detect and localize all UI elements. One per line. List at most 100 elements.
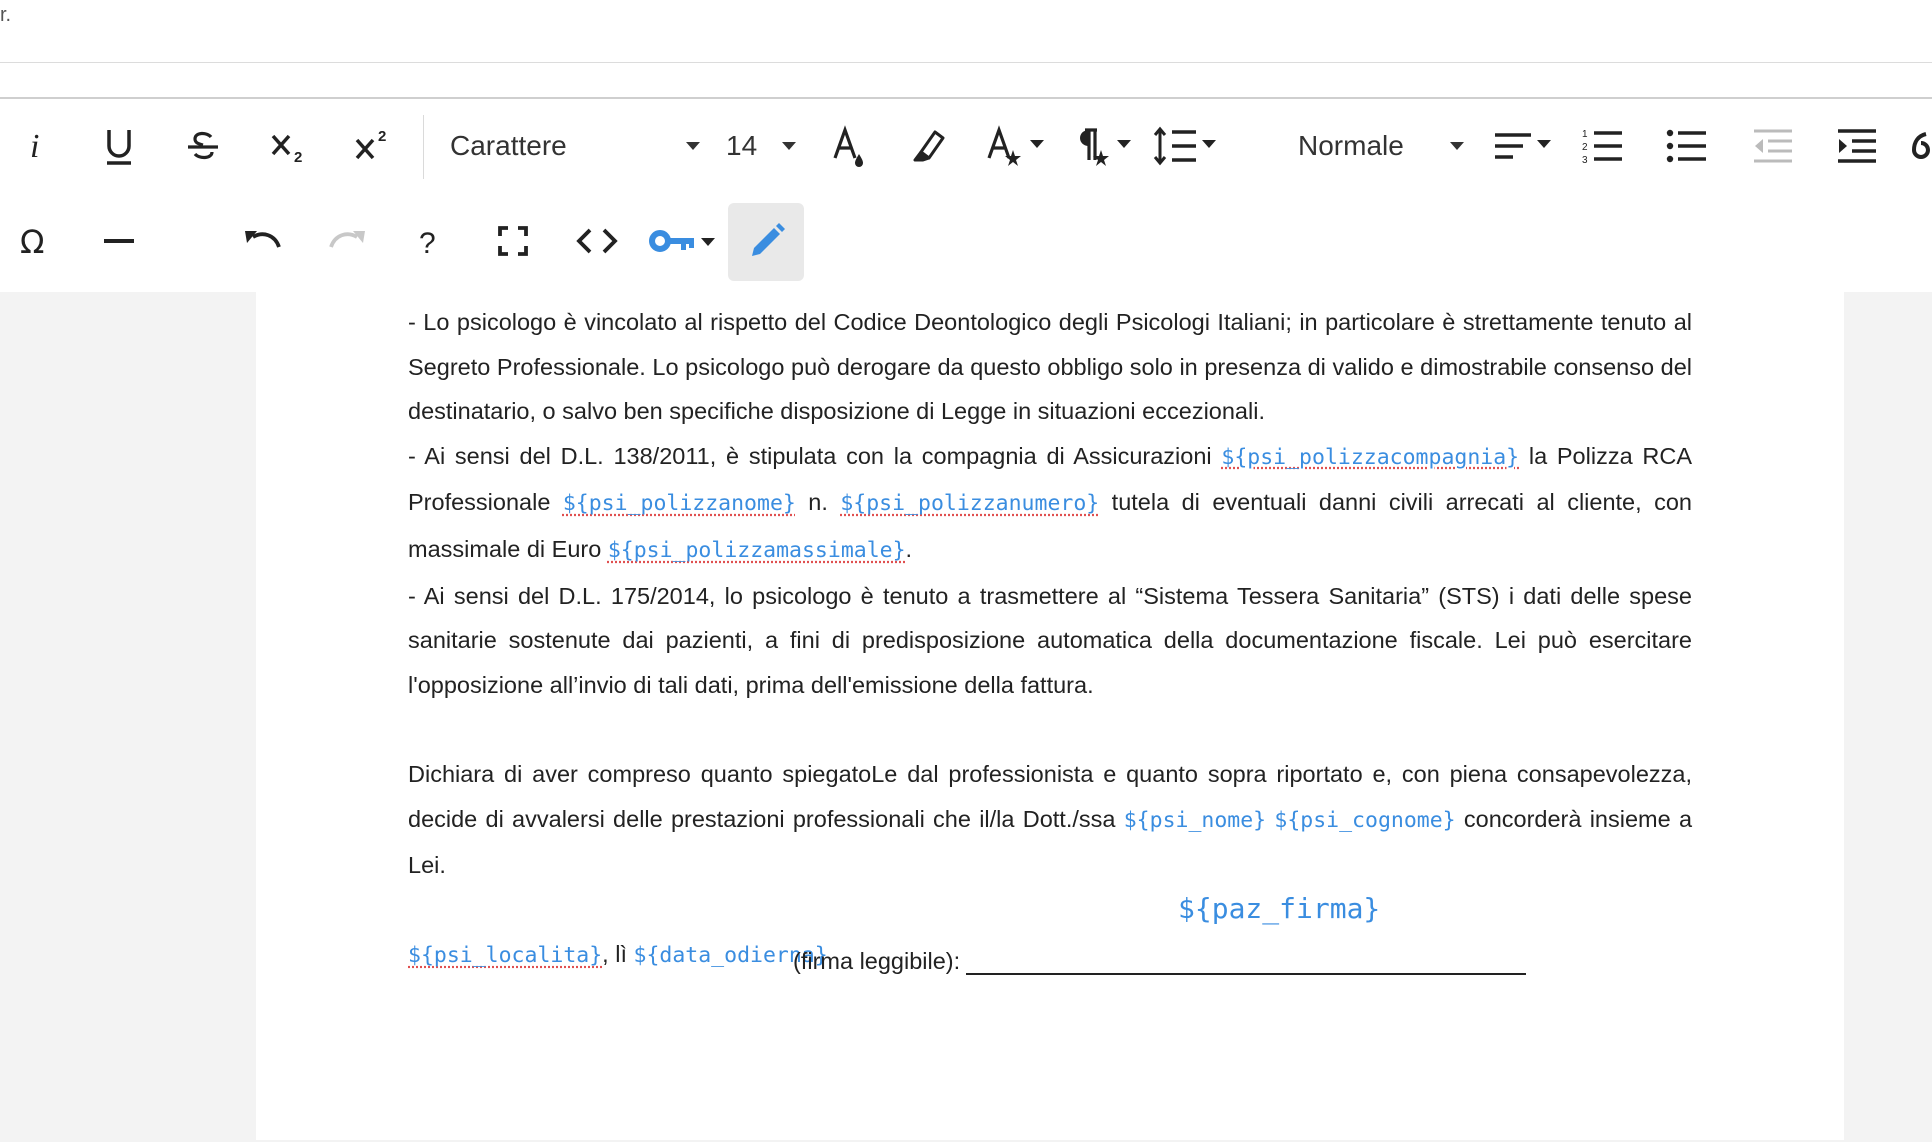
special-characters-button[interactable]: Ω	[12, 216, 58, 266]
undo-icon	[245, 231, 281, 248]
superscript-button[interactable]: 2	[348, 121, 398, 171]
align-button[interactable]	[1490, 121, 1554, 171]
document-canvas: - Lo psicologo è vincolato al rispetto d…	[0, 292, 1932, 1142]
outdent-button[interactable]	[1748, 121, 1798, 171]
pencil-icon	[752, 223, 785, 256]
superscript-icon: 2	[355, 128, 386, 160]
italic-button[interactable]: i	[14, 121, 60, 171]
document-body[interactable]: - Lo psicologo è vincolato al rispetto d…	[408, 292, 1692, 979]
subscript-icon: 2	[271, 134, 302, 164]
font-size-select[interactable]: 14	[726, 121, 796, 171]
paragraph-text: - Ai sensi del D.L. 138/2011, è stipulat…	[408, 442, 1222, 469]
undo-button[interactable]	[238, 216, 288, 266]
redo-button[interactable]	[322, 216, 372, 266]
quote-button[interactable]	[1910, 121, 1932, 171]
paragraph-text: , lì	[602, 941, 634, 968]
placeholder-key-button[interactable]	[648, 216, 718, 266]
document-paragraph: - Lo psicologo è vincolato al rispetto d…	[408, 300, 1692, 434]
template-variable: ${psi_cognome}	[1274, 807, 1456, 833]
underline-icon	[107, 130, 131, 165]
paragraph-format-select[interactable]: Normale	[1298, 121, 1464, 171]
key-icon	[649, 230, 715, 252]
signature-line	[966, 951, 1527, 975]
signature-variable: ${paz_firma}	[1178, 892, 1381, 925]
bullet-list-icon	[1666, 129, 1706, 163]
signature-label: (firma leggibile):	[793, 948, 961, 974]
toolbar-separator	[423, 115, 424, 179]
paragraph-text: .	[905, 535, 913, 562]
line-height-icon	[1153, 126, 1216, 166]
editor-header-bar	[0, 63, 1932, 99]
font-family-value: Carattere	[450, 130, 567, 161]
document-paragraph: - Ai sensi del D.L. 138/2011, è stipulat…	[408, 434, 1692, 574]
chevron-down-icon	[1450, 142, 1464, 150]
help-button[interactable]: ?	[406, 216, 452, 266]
fullscreen-button[interactable]	[490, 216, 536, 266]
indent-button[interactable]	[1832, 121, 1882, 171]
toolbar-row-2: Ω ?	[0, 194, 1932, 289]
help-icon: ?	[419, 227, 436, 259]
template-variable: ${psi_nome}	[1123, 807, 1267, 833]
svg-text:2: 2	[1582, 142, 1588, 153]
toolbar-row-1: i 2 2 Carattere 14 Normale 1 2 3	[0, 99, 1932, 194]
svg-text:2: 2	[378, 128, 386, 145]
document-paragraph: - Ai sensi del D.L. 175/2014, lo psicolo…	[408, 574, 1692, 708]
underline-button[interactable]	[96, 121, 142, 171]
edit-mode-button[interactable]	[728, 203, 804, 281]
top-edge-mark: r.	[0, 4, 12, 26]
text-style-button[interactable]	[984, 121, 1048, 171]
paragraph-format-value: Normale	[1298, 130, 1404, 161]
template-variable: ${psi_polizzanumero}	[840, 491, 1100, 517]
template-variable: ${psi_polizzamassimale}	[607, 537, 906, 563]
indent-icon	[1838, 129, 1876, 163]
template-variable: ${psi_polizzacompagnia}	[1221, 444, 1520, 470]
redo-icon	[329, 231, 365, 248]
omega-icon: Ω	[20, 223, 44, 259]
highlight-button[interactable]	[906, 121, 952, 171]
svg-text:?: ?	[419, 227, 436, 259]
strikethrough-button[interactable]	[180, 121, 226, 171]
subscript-button[interactable]: 2	[264, 121, 314, 171]
paragraph-style-icon	[1080, 128, 1131, 166]
chevron-down-icon	[782, 142, 796, 150]
align-left-icon	[1495, 133, 1551, 159]
code-icon	[576, 228, 618, 254]
quote-icon	[1911, 132, 1930, 159]
line-height-button[interactable]	[1150, 121, 1220, 171]
code-view-button[interactable]	[574, 216, 620, 266]
text-color-button[interactable]	[826, 121, 872, 171]
paragraph-text: - Ai sensi del D.L. 175/2014, lo psicolo…	[408, 582, 1692, 698]
svg-text:1: 1	[1582, 129, 1588, 140]
horizontal-rule-button[interactable]	[96, 216, 142, 266]
ordered-list-icon: 1 2 3	[1582, 129, 1622, 166]
svg-text:Ω: Ω	[20, 223, 44, 259]
italic-icon: i	[30, 129, 39, 163]
signature-row: (firma leggibile):	[793, 948, 1527, 975]
bullet-list-button[interactable]	[1662, 121, 1712, 171]
fullscreen-icon	[498, 226, 528, 256]
font-size-value: 14	[726, 130, 758, 161]
paragraph-text: n.	[795, 489, 841, 516]
paragraph-style-button[interactable]	[1064, 121, 1136, 171]
chevron-down-icon	[686, 142, 700, 150]
browser-top-strip: r.	[0, 0, 1932, 63]
outdent-icon	[1754, 129, 1792, 163]
editor-toolbar: i 2 2 Carattere 14 Normale 1 2 3 Ω ?	[0, 99, 1932, 292]
text-color-icon	[833, 125, 863, 167]
font-family-select[interactable]: Carattere	[450, 121, 700, 171]
horizontal-rule-icon	[104, 239, 134, 243]
strikethrough-icon	[188, 131, 218, 160]
text-style-icon	[987, 125, 1044, 166]
template-variable: ${psi_polizzanome}	[562, 491, 796, 517]
template-variable: ${psi_localita}	[408, 943, 603, 969]
svg-text:3: 3	[1582, 155, 1588, 166]
document-paragraph: Dichiara di aver compreso quanto spiegat…	[408, 752, 1692, 888]
svg-text:2: 2	[294, 149, 302, 164]
highlighter-icon	[913, 130, 945, 162]
svg-text:i: i	[30, 129, 39, 163]
document-page[interactable]: - Lo psicologo è vincolato al rispetto d…	[256, 292, 1844, 1140]
paragraph-text: - Lo psicologo è vincolato al rispetto d…	[408, 309, 1692, 425]
ordered-list-button[interactable]: 1 2 3	[1578, 121, 1628, 171]
